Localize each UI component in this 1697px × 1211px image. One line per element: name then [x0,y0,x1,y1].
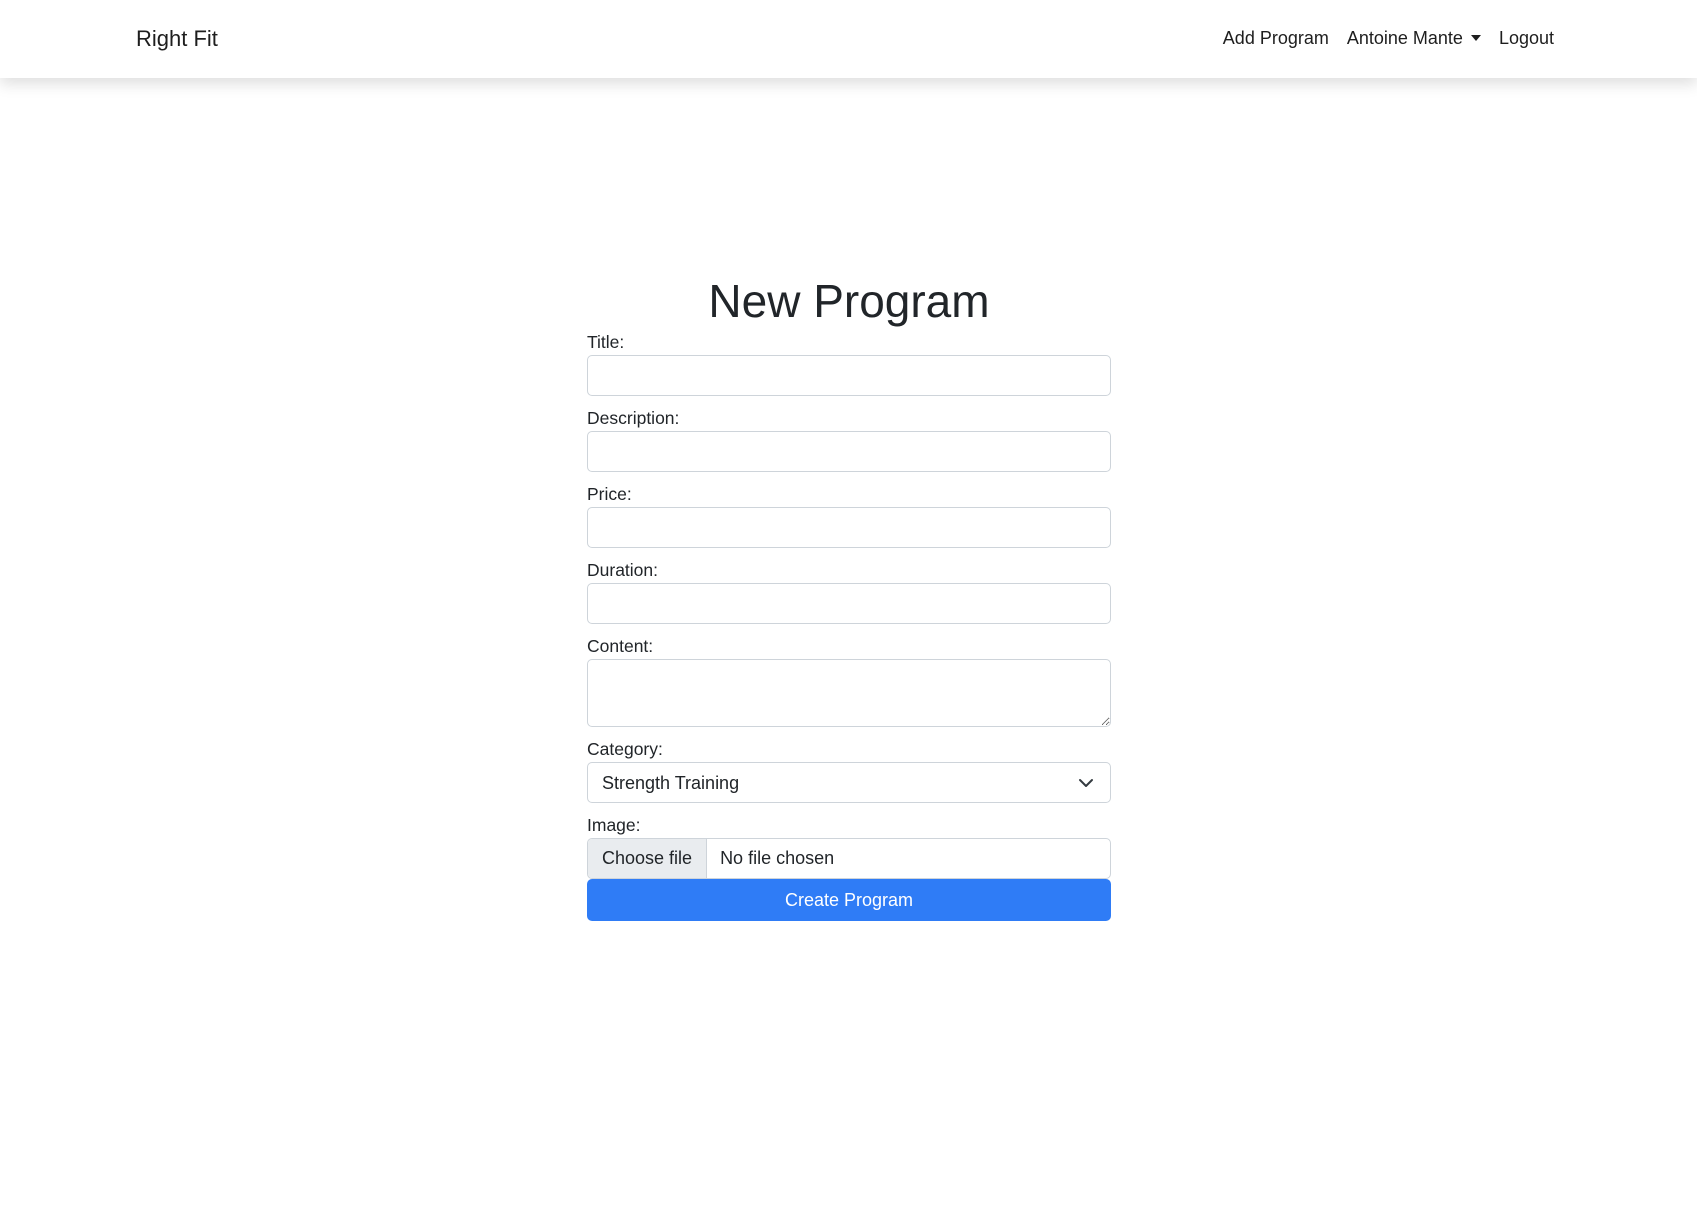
chevron-down-icon [1079,779,1093,787]
title-input[interactable] [587,355,1111,396]
choose-file-button[interactable]: Choose file [588,839,708,878]
caret-down-icon [1470,35,1481,41]
price-input[interactable] [587,507,1111,548]
content-label: Content: [587,636,654,656]
add-program-link[interactable]: Add Program [1223,25,1329,51]
page-title: New Program [708,275,990,327]
duration-input[interactable] [587,583,1111,624]
category-select[interactable]: Strength Training [587,762,1111,803]
price-label: Price: [587,484,632,504]
duration-label: Duration: [587,560,659,580]
title-label: Title: [587,332,625,352]
nav-links: Add Program Antoine Mante Logout [1223,25,1554,51]
image-label: Image: [587,815,641,835]
file-status-text: No file chosen [720,848,835,868]
user-dropdown-toggle[interactable]: Antoine Mante [1347,25,1481,51]
new-program-form-container: New Program Title: Description: Price: D… [587,270,1111,921]
description-input[interactable] [587,431,1111,472]
image-file-input[interactable]: Choose file No file chosen [587,838,1111,879]
category-label: Category: [587,739,663,759]
user-name: Antoine Mante [1346,28,1463,48]
new-program-form: Title: Description: Price: Duration: Con… [587,332,1111,921]
create-program-button[interactable]: Create Program [587,879,1111,921]
description-label: Description: [587,408,680,428]
category-selected-value: Strength Training [602,773,740,793]
content-textarea[interactable] [587,659,1111,727]
brand-link[interactable]: Right Fit [136,24,218,54]
logout-link[interactable]: Logout [1499,25,1554,51]
navbar: Right Fit Add Program Antoine Mante Logo… [0,0,1697,78]
